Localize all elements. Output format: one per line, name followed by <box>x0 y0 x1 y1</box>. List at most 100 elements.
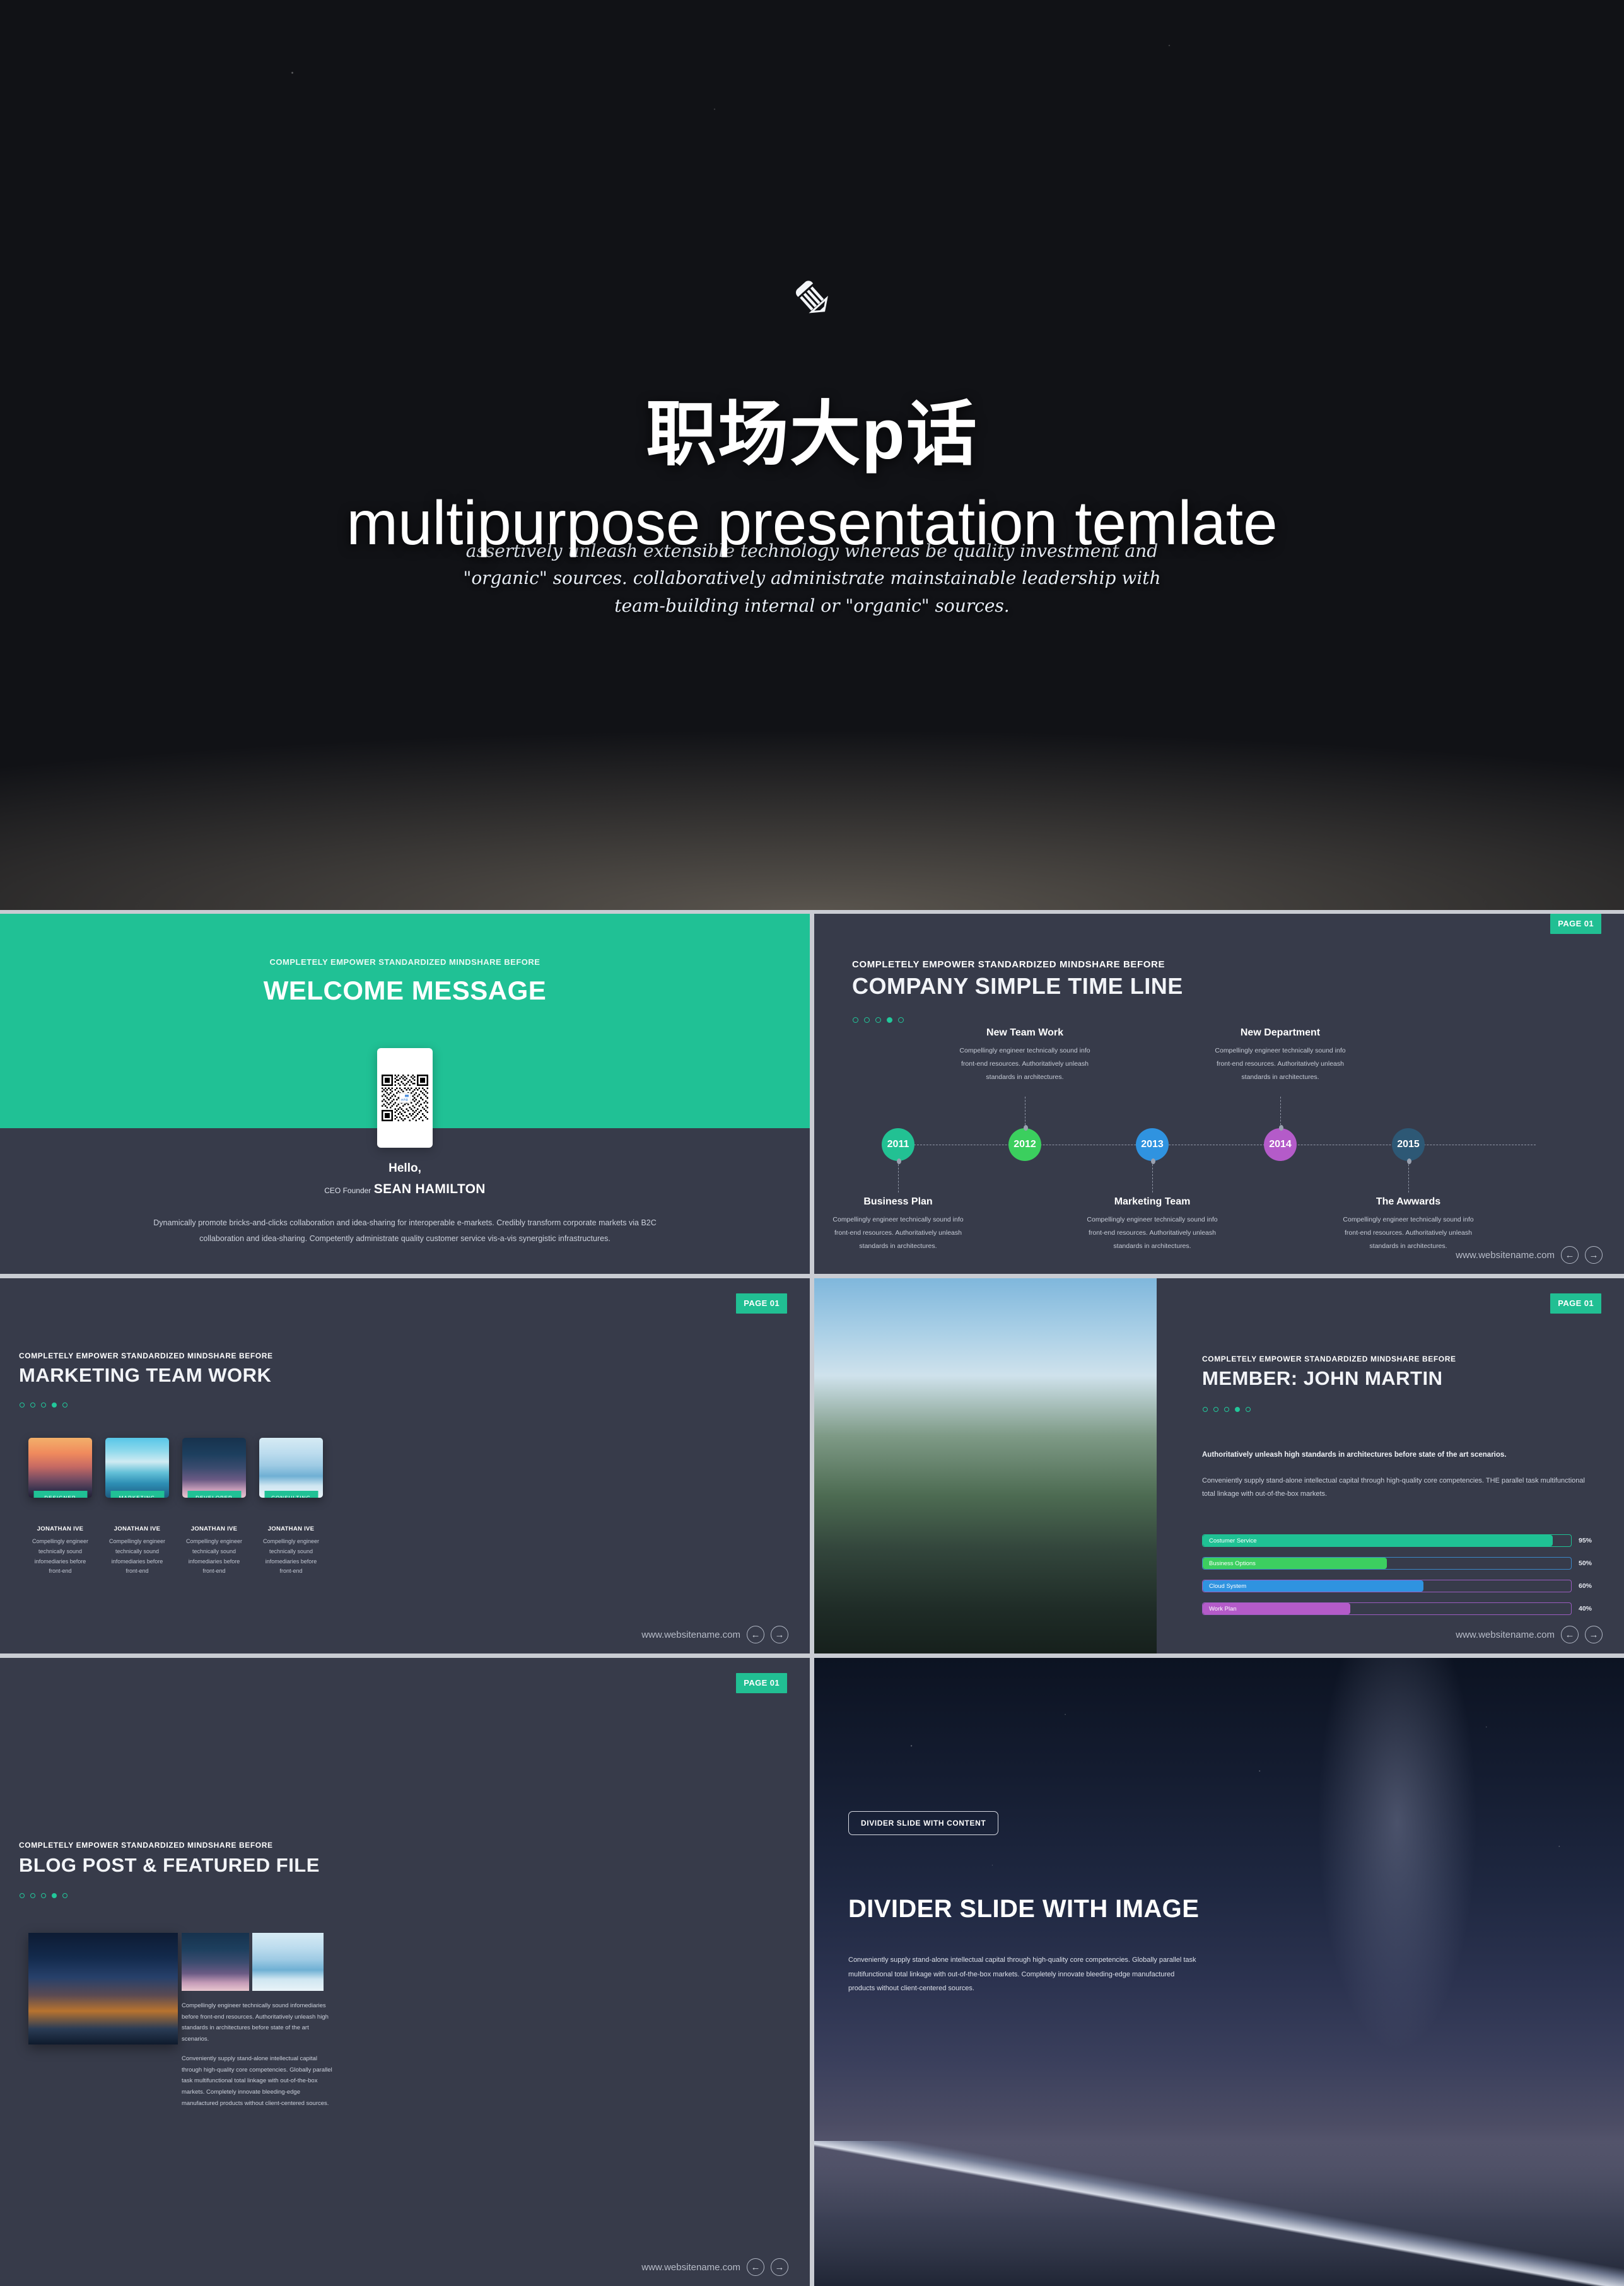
slide-footer: www.websitename.com ← → <box>641 2258 788 2276</box>
slide-progress-dots[interactable] <box>20 1893 67 1898</box>
footer-website-url[interactable]: www.websitename.com <box>641 2262 740 2273</box>
team-role-chip: CONSULTING <box>264 1491 318 1498</box>
progress-dot[interactable] <box>62 1403 67 1408</box>
progress-dot[interactable] <box>864 1017 870 1023</box>
member-content: PAGE 01 COMPLETELY EMPOWER STANDARDIZED … <box>1157 1278 1624 1653</box>
progress-dot-active[interactable] <box>887 1017 892 1023</box>
divider-title: DIVIDER SLIDE WITH IMAGE <box>848 1895 1200 1923</box>
team-member-text: Compellingly engineer technically sound … <box>32 1538 89 1575</box>
next-arrow-icon[interactable]: → <box>771 1626 788 1643</box>
progress-dot[interactable] <box>853 1017 858 1023</box>
welcome-eyebrow: COMPLETELY EMPOWER STANDARDIZED MINDSHAR… <box>269 957 540 967</box>
timeline-caption-2012: New Team Work Compellingly engineer tech… <box>952 1027 1098 1084</box>
team-member-card[interactable]: CONSULTING JONATHAN IVE Compellingly eng… <box>259 1438 323 1577</box>
progress-dot[interactable] <box>898 1017 904 1023</box>
prev-arrow-icon[interactable]: ← <box>747 1626 764 1643</box>
blog-thumbnail-image[interactable] <box>252 1933 324 1991</box>
progress-dot-active[interactable] <box>52 1893 57 1898</box>
welcome-role: CEO Founder <box>324 1186 371 1195</box>
timeline-stem <box>1150 1158 1155 1193</box>
progress-dot[interactable] <box>1213 1407 1218 1412</box>
progress-dot[interactable] <box>875 1017 881 1023</box>
slide-blog-post: PAGE 01 COMPLETELY EMPOWER STANDARDIZED … <box>0 1658 810 2286</box>
hero-heading-english: multipurpose presentation temlate <box>346 488 1278 557</box>
progress-dot[interactable] <box>41 1893 46 1898</box>
next-arrow-icon[interactable]: → <box>771 2258 788 2276</box>
footer-website-url[interactable]: www.websitename.com <box>641 1630 740 1640</box>
page-badge: PAGE 01 <box>1550 914 1601 934</box>
footer-website-url[interactable]: www.websitename.com <box>1456 1630 1555 1640</box>
team-member-text: Compellingly engineer technically sound … <box>108 1538 166 1575</box>
team-member-card[interactable]: DESIGNER JONATHAN IVE Compellingly engin… <box>28 1438 92 1577</box>
progress-dot[interactable] <box>41 1403 46 1408</box>
skill-bar-percent: 60% <box>1579 1582 1592 1590</box>
slide-progress-dots[interactable] <box>20 1403 67 1408</box>
team-member-name: JONATHAN IVE <box>267 1525 315 1532</box>
welcome-hello: Hello, <box>388 1162 421 1175</box>
slide-progress-dots[interactable] <box>1203 1407 1251 1412</box>
progress-dot[interactable] <box>1224 1407 1229 1412</box>
qr-center-logo: 大P话 <box>399 1093 411 1103</box>
timeline-node-2013[interactable]: 2013 <box>1136 1128 1169 1161</box>
prev-arrow-icon[interactable]: ← <box>747 2258 764 2276</box>
slide-progress-dots[interactable] <box>853 1017 904 1023</box>
slide-footer: www.websitename.com ← → <box>1456 1246 1603 1264</box>
progress-dot[interactable] <box>1246 1407 1251 1412</box>
timeline-title: COMPANY SIMPLE TIME LINE <box>852 973 1183 999</box>
skill-bar-percent: 50% <box>1579 1560 1592 1567</box>
team-card-grid: DESIGNER JONATHAN IVE Compellingly engin… <box>28 1438 323 1577</box>
progress-dot[interactable] <box>1203 1407 1208 1412</box>
next-arrow-icon[interactable]: → <box>1585 1246 1603 1264</box>
welcome-body: Dynamically promote bricks-and-clicks co… <box>153 1218 657 1243</box>
divider-mountain-silhouette <box>814 2141 1624 2286</box>
slide-divider: DIVIDER SLIDE WITH CONTENT DIVIDER SLIDE… <box>814 1658 1624 2286</box>
team-role-chip: DESIGNER <box>33 1491 87 1498</box>
timeline-year: 2012 <box>1014 1139 1036 1150</box>
progress-dot[interactable] <box>20 1893 25 1898</box>
skill-bar-track: Cloud System <box>1202 1580 1572 1592</box>
timeline-caption-heading: Business Plan <box>863 1196 933 1207</box>
progress-dot[interactable] <box>20 1403 25 1408</box>
member-body-text: Conveniently supply stand-alone intellec… <box>1202 1477 1585 1498</box>
team-member-text: Compellingly engineer technically sound … <box>185 1538 243 1575</box>
team-member-card[interactable]: DEVELOPER JONATHAN IVE Compellingly engi… <box>182 1438 246 1577</box>
team-member-name: JONATHAN IVE <box>37 1525 84 1532</box>
slide-gap <box>810 910 814 1657</box>
prev-arrow-icon[interactable]: ← <box>1561 1626 1579 1643</box>
timeline-year: 2015 <box>1397 1139 1420 1150</box>
timeline-node-2011[interactable]: 2011 <box>882 1128 914 1161</box>
timeline-node-2015[interactable]: 2015 <box>1392 1128 1425 1161</box>
timeline-eyebrow: COMPLETELY EMPOWER STANDARDIZED MINDSHAR… <box>852 959 1165 970</box>
timeline-caption-heading: Marketing Team <box>1114 1196 1191 1207</box>
timeline-node-2014[interactable]: 2014 <box>1264 1128 1297 1161</box>
skill-bar-row: Cloud System 60% <box>1202 1580 1599 1592</box>
team-member-card[interactable]: MARKETING JONATHAN IVE Compellingly engi… <box>105 1438 169 1577</box>
team-role-chip: DEVELOPER <box>187 1491 241 1498</box>
skill-bar-label: Costumer Service <box>1209 1537 1257 1544</box>
page-badge: PAGE 01 <box>736 1293 787 1314</box>
next-arrow-icon[interactable]: → <box>1585 1626 1603 1643</box>
member-lead-text: Authoritatively unleash high standards i… <box>1202 1451 1507 1459</box>
progress-dot-active[interactable] <box>1235 1407 1240 1412</box>
team-member-photo: MARKETING <box>105 1438 169 1498</box>
timeline-node-2012[interactable]: 2012 <box>1008 1128 1041 1161</box>
page-badge: PAGE 01 <box>736 1673 787 1693</box>
blog-title: BLOG POST & FEATURED FILE <box>19 1854 320 1876</box>
slide-marketing-team-work: PAGE 01 COMPLETELY EMPOWER STANDARDIZED … <box>0 1278 810 1653</box>
slide-gap <box>0 1653 1624 1658</box>
progress-dot-active[interactable] <box>52 1403 57 1408</box>
skill-bar-percent: 40% <box>1579 1605 1592 1612</box>
blog-thumbnail-image[interactable] <box>182 1933 249 1991</box>
progress-dot[interactable] <box>62 1893 67 1898</box>
blog-featured-image[interactable] <box>28 1933 178 2044</box>
skill-bar-percent: 95% <box>1579 1537 1592 1544</box>
progress-dot[interactable] <box>30 1403 35 1408</box>
skill-bar-row: Business Options 50% <box>1202 1557 1599 1570</box>
prev-arrow-icon[interactable]: ← <box>1561 1246 1579 1264</box>
footer-website-url[interactable]: www.websitename.com <box>1456 1250 1555 1261</box>
timeline-stem <box>1406 1158 1411 1193</box>
slide-member-profile: PAGE 01 COMPLETELY EMPOWER STANDARDIZED … <box>814 1278 1624 1653</box>
welcome-name: SEAN HAMILTON <box>373 1182 486 1196</box>
progress-dot[interactable] <box>30 1893 35 1898</box>
timeline-caption-heading: New Department <box>1240 1027 1321 1038</box>
